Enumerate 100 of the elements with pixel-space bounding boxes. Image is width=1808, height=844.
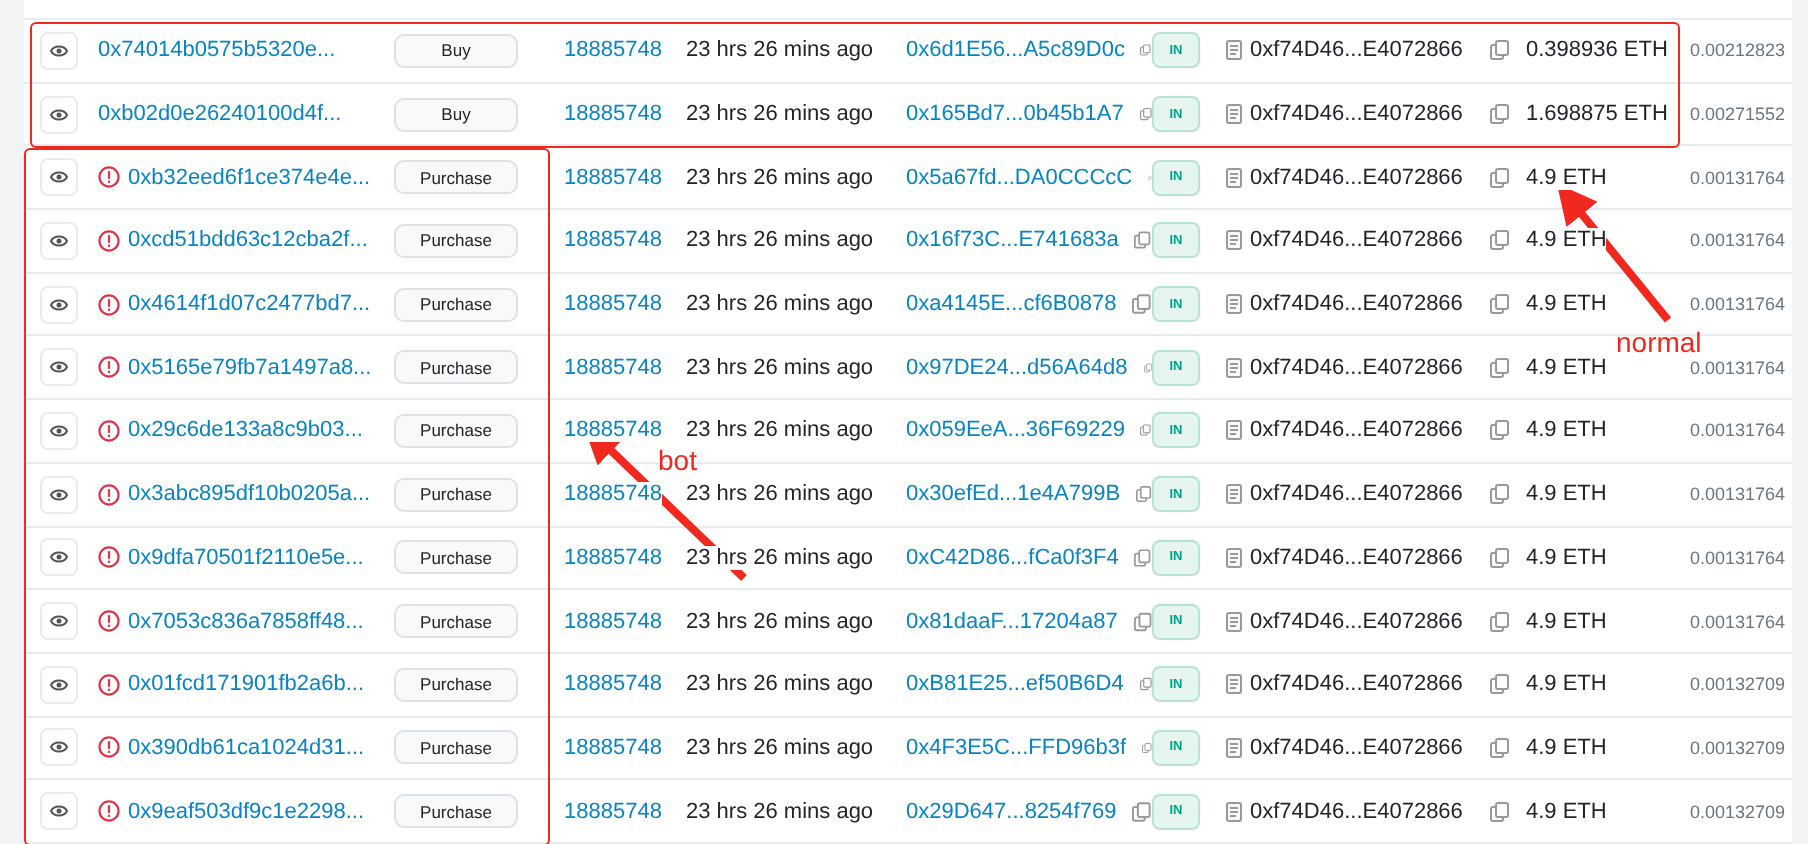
copy-icon[interactable] — [1134, 230, 1152, 251]
view-button[interactable] — [40, 285, 78, 324]
to-address-link[interactable]: 0xf74D46...E4072866 — [1250, 355, 1463, 380]
from-address-link[interactable]: 0x81daaF...17204a87 — [906, 609, 1118, 634]
transaction-hash-link[interactable]: 0x4614f1d07c2477bd7... — [128, 292, 371, 317]
view-button[interactable] — [40, 221, 78, 260]
transaction-hash-link[interactable]: 0x9eaf503df9c1e2298... — [128, 799, 365, 824]
from-address-link[interactable]: 0x6d1E56...A5c89D0c — [906, 38, 1125, 63]
to-address-link[interactable]: 0xf74D46...E4072866 — [1250, 418, 1463, 443]
view-button[interactable] — [40, 538, 78, 577]
to-address-link[interactable]: 0xf74D46...E4072866 — [1250, 609, 1463, 634]
transaction-hash-link[interactable]: 0xb02d0e26240100d4f... — [98, 102, 342, 127]
method-button[interactable]: Purchase — [394, 604, 518, 639]
copy-icon[interactable] — [1143, 357, 1152, 378]
method-button[interactable]: Purchase — [394, 730, 518, 765]
to-address-link[interactable]: 0xf74D46...E4072866 — [1250, 38, 1463, 63]
view-button[interactable] — [40, 475, 78, 514]
copy-icon[interactable] — [1140, 40, 1152, 61]
method-button[interactable]: Purchase — [394, 223, 518, 258]
from-address-link[interactable]: 0x30efEd...1e4A799B — [906, 482, 1121, 507]
to-address-link[interactable]: 0xf74D46...E4072866 — [1250, 799, 1463, 824]
to-address-link[interactable]: 0xf74D46...E4072866 — [1250, 482, 1463, 507]
copy-icon[interactable] — [1132, 801, 1152, 822]
copy-icon[interactable] — [1490, 737, 1511, 758]
from-address-link[interactable]: 0x059EeA...36F69229 — [906, 418, 1125, 443]
view-button[interactable] — [40, 158, 78, 197]
block-link[interactable]: 18885748 — [564, 609, 662, 634]
block-link[interactable]: 18885748 — [564, 418, 662, 443]
to-address-link[interactable]: 0xf74D46...E4072866 — [1250, 228, 1463, 253]
method-button[interactable]: Purchase — [394, 540, 518, 575]
block-link[interactable]: 18885748 — [564, 102, 662, 127]
copy-icon[interactable] — [1139, 104, 1152, 125]
view-button[interactable] — [40, 602, 78, 641]
method-button[interactable]: Purchase — [394, 667, 518, 702]
method-button[interactable]: Purchase — [394, 287, 518, 322]
copy-icon[interactable] — [1490, 547, 1511, 568]
method-button[interactable]: Purchase — [394, 477, 518, 512]
block-link[interactable]: 18885748 — [564, 228, 662, 253]
transaction-hash-link[interactable]: 0xb32eed6f1ce374e4e... — [128, 165, 371, 190]
from-address-link[interactable]: 0xC42D86...fCa0f3F4 — [906, 545, 1119, 570]
from-address-link[interactable]: 0x97DE24...d56A64d8 — [906, 355, 1128, 380]
block-link[interactable]: 18885748 — [564, 165, 662, 190]
from-address-link[interactable]: 0xa4145E...cf6B0878 — [906, 292, 1117, 317]
copy-icon[interactable] — [1134, 547, 1152, 568]
from-address-link[interactable]: 0x4F3E5C...FFD96b3f — [906, 735, 1127, 760]
transaction-hash-link[interactable]: 0x74014b0575b5320e... — [98, 38, 336, 63]
block-link[interactable]: 18885748 — [564, 482, 662, 507]
block-link[interactable]: 18885748 — [564, 355, 662, 380]
transaction-hash-link[interactable]: 0x7053c836a7858ff48... — [128, 609, 364, 634]
block-link[interactable]: 18885748 — [564, 292, 662, 317]
block-link[interactable]: 18885748 — [564, 799, 662, 824]
method-button[interactable]: Purchase — [394, 160, 518, 195]
transaction-hash-link[interactable]: 0x5165e79fb7a1497a8... — [128, 355, 372, 380]
view-button[interactable] — [40, 665, 78, 704]
from-address-link[interactable]: 0x165Bd7...0b45b1A7 — [906, 102, 1124, 127]
copy-icon[interactable] — [1490, 40, 1511, 61]
block-link[interactable]: 18885748 — [564, 672, 662, 697]
view-button[interactable] — [40, 95, 78, 134]
view-button[interactable] — [40, 792, 78, 831]
to-address-link[interactable]: 0xf74D46...E4072866 — [1250, 165, 1463, 190]
copy-icon[interactable] — [1490, 420, 1511, 441]
transaction-hash-link[interactable]: 0xcd51bdd63c12cba2f... — [128, 228, 368, 253]
from-address-link[interactable]: 0xB81E25...ef50B6D4 — [906, 672, 1124, 697]
view-button[interactable] — [40, 31, 78, 70]
to-address-link[interactable]: 0xf74D46...E4072866 — [1250, 292, 1463, 317]
block-link[interactable]: 18885748 — [564, 735, 662, 760]
copy-icon[interactable] — [1490, 294, 1511, 315]
transaction-hash-link[interactable]: 0x3abc895df10b0205a... — [128, 482, 371, 507]
copy-icon[interactable] — [1133, 611, 1152, 632]
to-address-link[interactable]: 0xf74D46...E4072866 — [1250, 672, 1463, 697]
block-link[interactable]: 18885748 — [564, 545, 662, 570]
copy-icon[interactable] — [1490, 674, 1511, 695]
transaction-hash-link[interactable]: 0x9dfa70501f2110e5e... — [128, 545, 364, 570]
method-button[interactable]: Purchase — [394, 350, 518, 385]
copy-icon[interactable] — [1490, 167, 1511, 188]
view-button[interactable] — [40, 728, 78, 767]
copy-icon[interactable] — [1142, 737, 1152, 758]
copy-icon[interactable] — [1490, 357, 1511, 378]
to-address-link[interactable]: 0xf74D46...E4072866 — [1250, 545, 1463, 570]
copy-icon[interactable] — [1136, 484, 1152, 505]
to-address-link[interactable]: 0xf74D46...E4072866 — [1250, 102, 1463, 127]
from-address-link[interactable]: 0x29D647...8254f769 — [906, 799, 1117, 824]
transaction-hash-link[interactable]: 0x29c6de133a8c9b03... — [128, 418, 363, 443]
view-button[interactable] — [40, 411, 78, 450]
method-button[interactable]: Buy — [394, 33, 518, 68]
method-button[interactable]: Purchase — [394, 794, 518, 829]
to-address-link[interactable]: 0xf74D46...E4072866 — [1250, 735, 1463, 760]
copy-icon[interactable] — [1490, 801, 1511, 822]
transaction-hash-link[interactable]: 0x01fcd171901fb2a6b... — [128, 672, 365, 697]
from-address-link[interactable]: 0x5a67fd...DA0CCCcC — [906, 165, 1133, 190]
method-button[interactable]: Buy — [394, 97, 518, 132]
copy-icon[interactable] — [1132, 294, 1152, 315]
copy-icon[interactable] — [1490, 104, 1511, 125]
copy-icon[interactable] — [1490, 484, 1511, 505]
copy-icon[interactable] — [1490, 611, 1511, 632]
block-link[interactable]: 18885748 — [564, 38, 662, 63]
view-button[interactable] — [40, 348, 78, 387]
copy-icon[interactable] — [1139, 674, 1152, 695]
copy-icon[interactable] — [1490, 230, 1511, 251]
from-address-link[interactable]: 0x16f73C...E741683a — [906, 228, 1119, 253]
